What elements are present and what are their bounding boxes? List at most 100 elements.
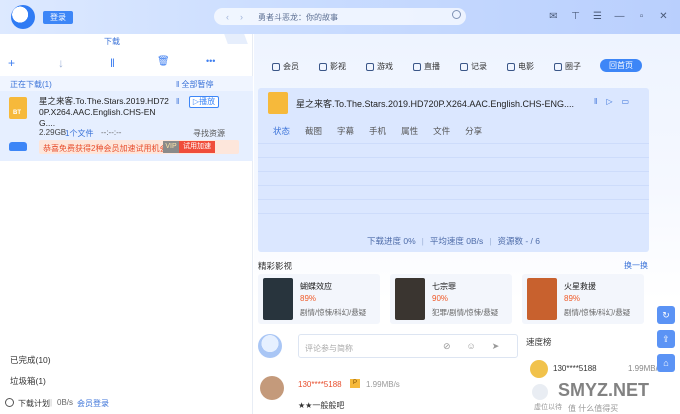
movie-icon [507,62,515,71]
movie-card[interactable]: 蝴蝶效应 89% 剧情/惊悚/科幻/悬疑 [258,274,380,324]
separator: | [50,398,53,407]
task-status: 寻找资源 [193,129,225,138]
nav-circle[interactable]: 圈子 [554,61,581,72]
watermark-sub: 值 什么值得买 [568,404,619,413]
task-size: 2.29GB [39,128,67,137]
comment-tools: ⊘☺➤ [443,341,515,352]
downloading-count[interactable]: 正在下载(1) [10,79,52,90]
download-plan-link[interactable]: 下载计划 [18,398,50,409]
tab-share[interactable]: 分享 [465,125,482,137]
task-pause-icon[interactable]: ‖ [176,97,179,106]
nav-label: 记录 [471,62,487,71]
download-task[interactable]: 星之来客.To.The.Stars.2019.HD720P.X264.AAC.E… [0,91,253,161]
comment-text: ★★一般般吧 [298,401,345,410]
promo-banner[interactable]: 恭喜免费获得2种会员加速试用机会 VIP 试用加速 [39,140,239,154]
rank-avatar [530,360,548,378]
tab-files[interactable]: 文件 [433,125,450,137]
vip-badge: VIP [163,141,179,153]
promo-text: 恭喜免费获得2种会员加速试用机会 [43,144,168,153]
speed-rank-title: 速度榜 [526,337,552,347]
trial-speedup-button[interactable]: 试用加速 [179,141,215,153]
forward-arrow-icon[interactable]: › [240,12,243,22]
login-button[interactable]: 登录 [43,11,73,24]
minimize-icon[interactable]: — [613,10,626,23]
movie-card[interactable]: 火星救援 89% 剧情/惊悚/科幻/悬疑 [522,274,644,324]
screen-icon[interactable]: ▭ [621,97,638,106]
nav-live[interactable]: 直播 [413,61,440,72]
menu-icon[interactable]: ☰ [591,10,604,23]
detail-tabs: 状态 截图 字幕 手机 属性 文件 分享 [273,125,497,137]
featured-title: 精彩影视 [258,261,293,271]
rank-avatar-empty [532,384,548,400]
emoji-icon[interactable]: ☺ [467,341,492,351]
comment-row: 评论参与简称 ⊘☺➤ [258,334,518,364]
movie-title: 七宗罪 [432,282,456,291]
nav-game[interactable]: 游戏 [366,61,393,72]
nav-video[interactable]: 影视 [319,61,346,72]
back-arrow-icon[interactable]: ‹ [226,12,229,22]
tab-properties[interactable]: 属性 [401,125,418,137]
member-login-link[interactable]: 会员登录 [77,398,109,409]
movie-poster [527,278,557,320]
separator: | [421,236,424,246]
search-input[interactable]: 勇者斗恶龙：你的故事 [258,12,338,23]
avg-speed-text: 平均速度 0B/s [429,236,484,246]
tab-status[interactable]: 状态 [273,125,290,137]
movie-poster [395,278,425,320]
search-box[interactable] [214,8,466,25]
upload-icon[interactable]: ⇪ [657,330,675,348]
pause-icon[interactable]: ‖ [594,97,606,106]
tab-subtitle[interactable]: 字幕 [337,125,354,137]
attach-icon[interactable]: ⊘ [443,341,467,351]
bt-file-icon [268,92,288,114]
nav-label: 影视 [330,62,346,71]
pause-all-button[interactable]: ‖ 全部暂停 [176,79,214,90]
game-icon [366,62,374,71]
mail-icon[interactable]: ✉ [547,10,560,23]
watermark-logo: SMYZ.NET [558,380,650,400]
comment-input[interactable]: 评论参与简称 ⊘☺➤ [298,334,518,358]
delete-icon[interactable]: 🗑 [157,56,170,67]
bt-file-icon [9,97,27,119]
user-avatar[interactable] [260,376,284,400]
app-logo-icon [11,5,35,29]
skin-icon[interactable]: ⊤ [569,10,582,23]
nav-label: 圈子 [565,62,581,71]
search-icon[interactable] [452,10,461,19]
play-icon[interactable]: ▷ [606,97,621,106]
nav-record[interactable]: 记录 [460,61,487,72]
movie-score: 90% [432,294,449,303]
comment-speed: 1.99MB/s [366,380,400,389]
tab-screenshot[interactable]: 截图 [305,125,322,137]
detail-title: 星之来客.To.The.Stars.2019.HD720P.X264.AAC.E… [296,99,574,109]
task-files-link[interactable]: 1个文件 [65,128,93,139]
comment-username[interactable]: 130****5188 [298,380,342,389]
nav-movie[interactable]: 电影 [507,61,534,72]
trash-section[interactable]: 垃圾箱(1) [10,375,46,387]
tab-download[interactable]: 下载 [104,36,120,47]
rank-row[interactable]: 130****5188 1.99MB/s [526,360,676,380]
movie-card[interactable]: 七宗罪 90% 犯罪/剧情/惊悚/悬疑 [390,274,512,324]
add-task-icon[interactable]: + [8,56,15,70]
nav-vip[interactable]: 会员 [272,61,299,72]
home-icon[interactable]: ⌂ [657,354,675,372]
right-nav: 会员 影视 游戏 直播 记录 电影 圈子 回首页 [254,59,680,77]
maximize-icon[interactable]: ▫ [635,10,648,23]
download-speed: 0B/s [57,398,74,407]
close-icon[interactable]: ✕ [657,10,670,23]
swap-button[interactable]: 换一换 [624,260,648,271]
more-icon[interactable]: ••• [206,56,215,66]
refresh-icon[interactable]: ↻ [657,306,675,324]
pause-icon[interactable]: ‖ [110,56,115,70]
download-icon[interactable]: ↓ [58,56,64,70]
title-bar: 登录 ‹ › 勇者斗恶龙：你的故事 ✉ ⊤ ☰ — ▫ ✕ [0,0,680,34]
nav-label: 会员 [283,62,299,71]
mascot-avatar [258,334,282,358]
completed-section[interactable]: 已完成(10) [10,354,51,366]
play-button[interactable]: ▷播放 [189,96,219,108]
home-button[interactable]: 回首页 [600,59,642,72]
comment-placeholder: 评论参与简称 [305,344,353,353]
tab-phone[interactable]: 手机 [369,125,386,137]
send-icon[interactable]: ➤ [492,341,516,351]
live-icon [413,62,421,71]
